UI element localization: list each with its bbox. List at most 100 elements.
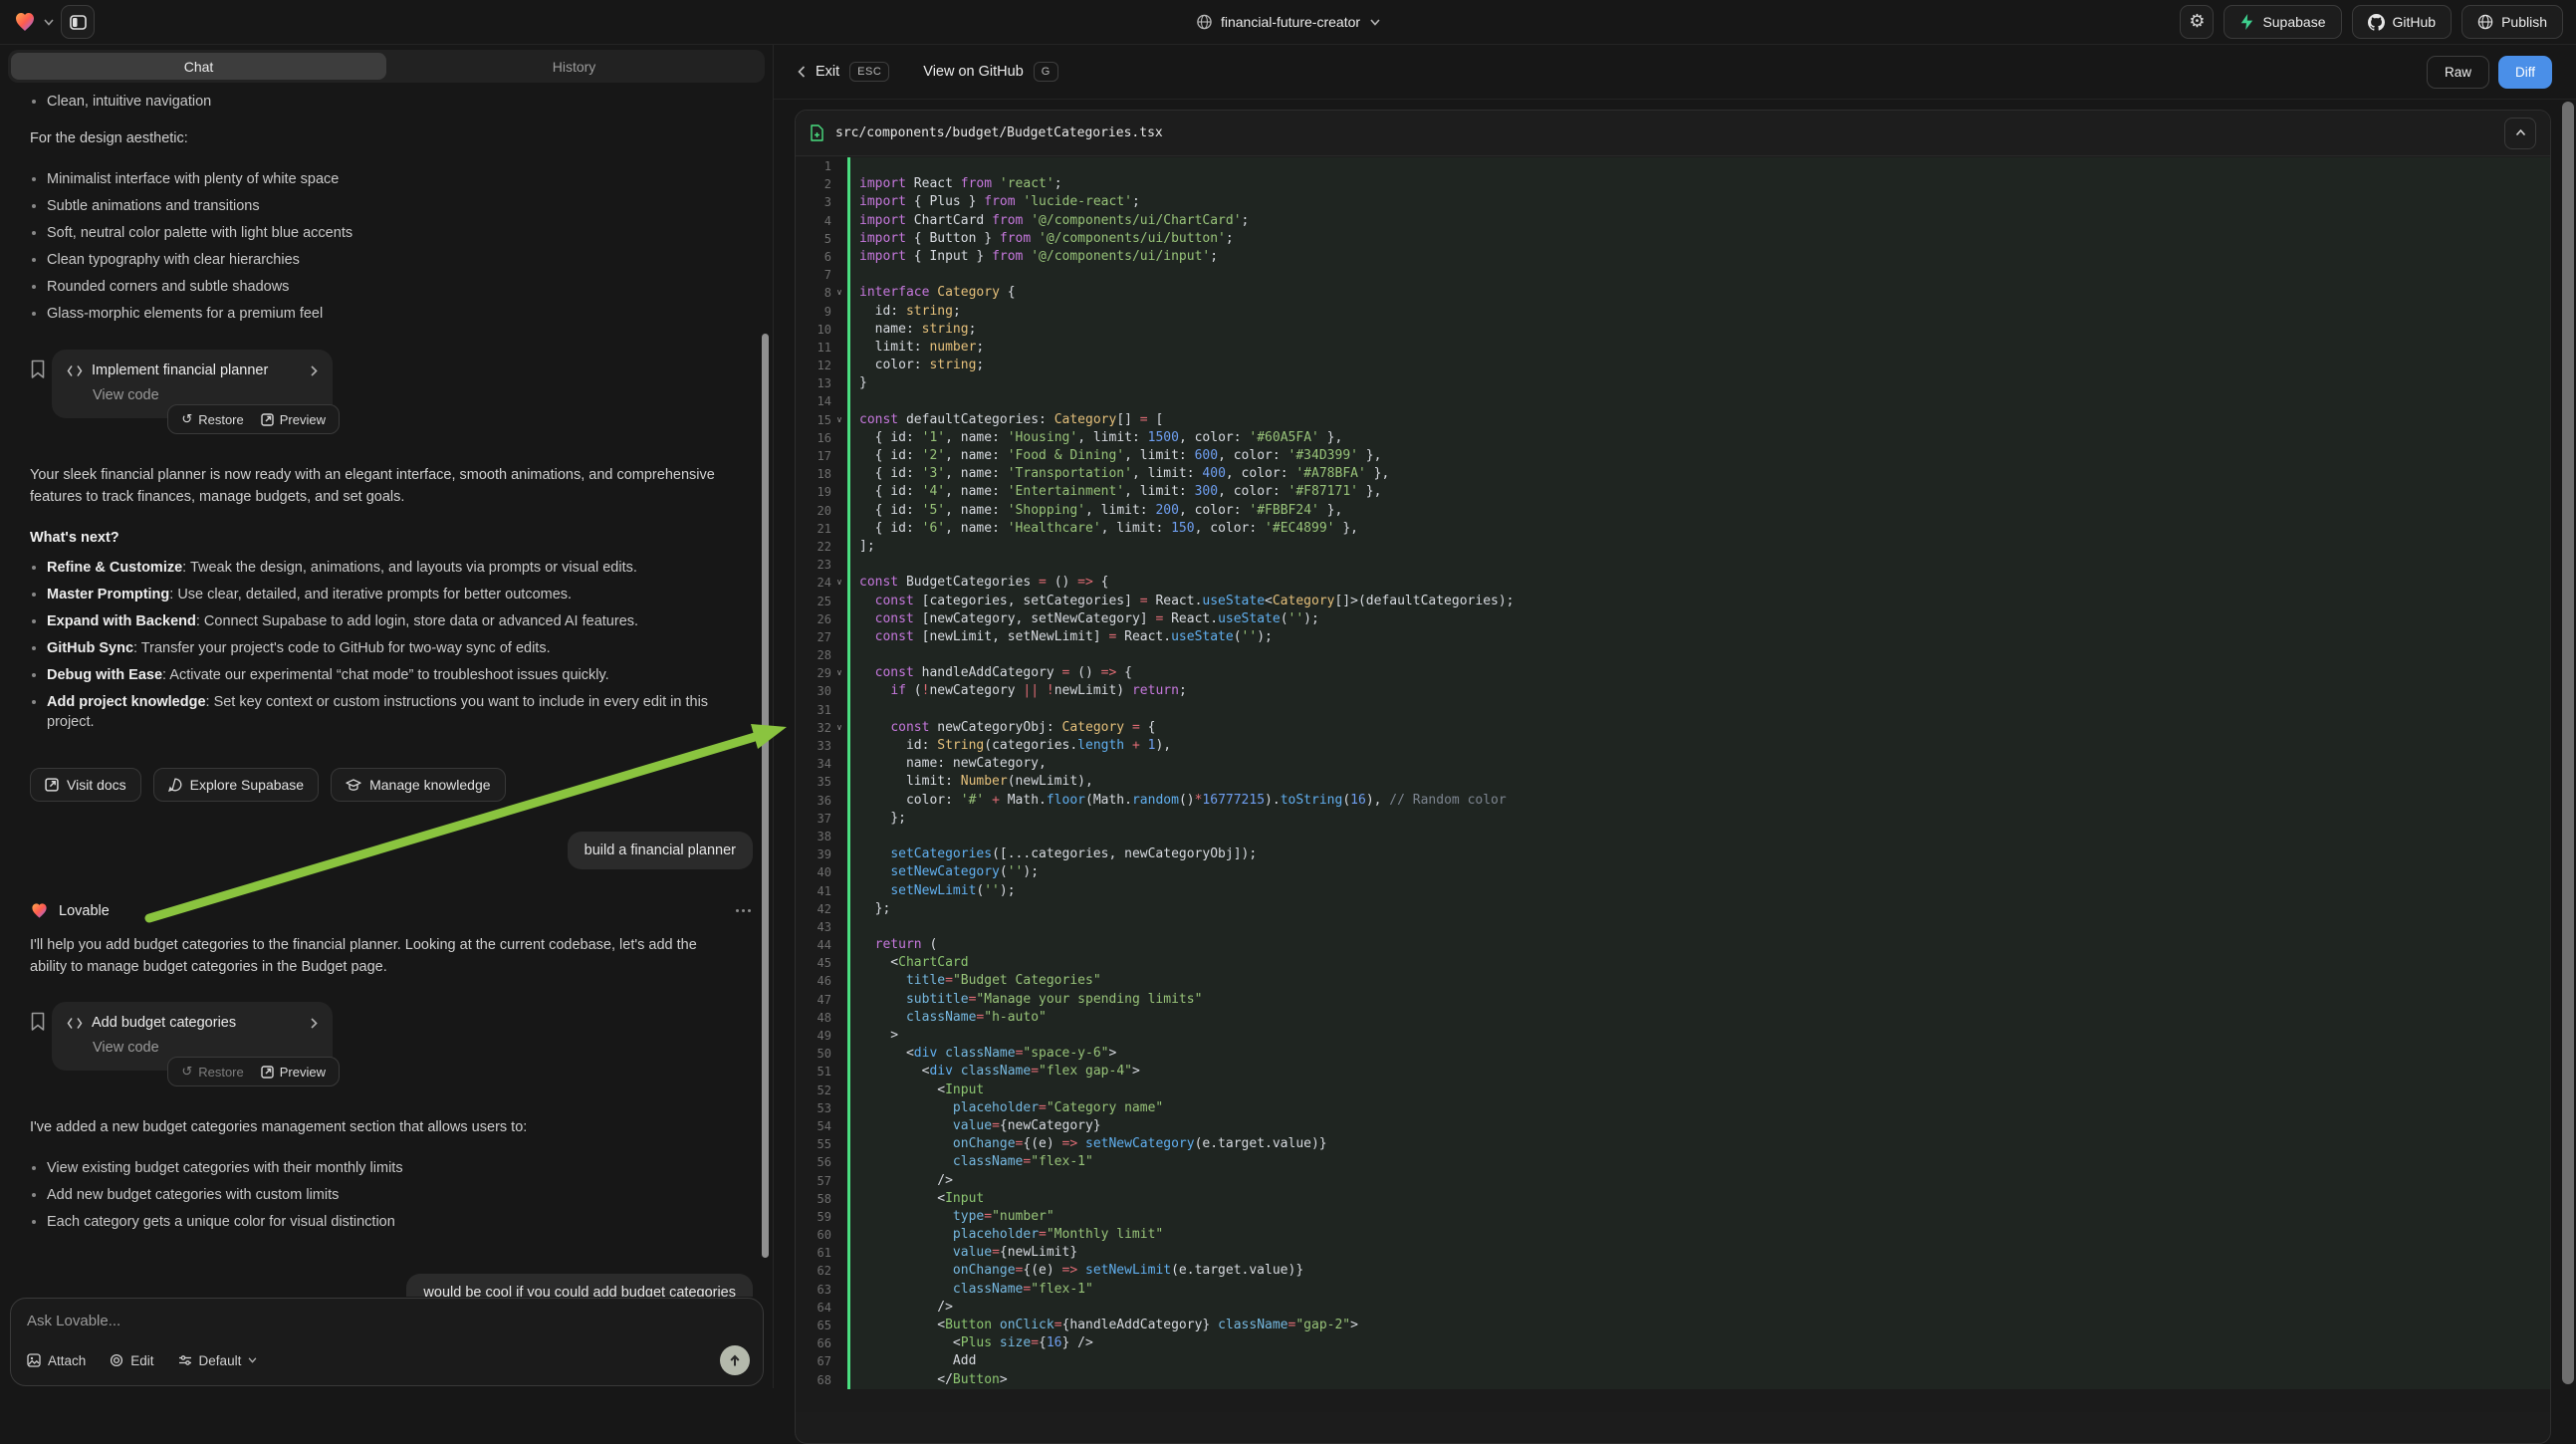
restore-icon: ↺: [181, 1066, 192, 1079]
code-line-content: className="flex-1": [847, 1153, 2550, 1171]
code-line-content: interface Category {: [847, 284, 2550, 302]
code-line-content: subtitle="Manage your spending limits": [847, 991, 2550, 1009]
code-line-content: className="flex-1": [847, 1281, 2550, 1299]
settings-button[interactable]: ⚙: [2180, 5, 2214, 39]
code-line-content: placeholder="Category name": [847, 1099, 2550, 1117]
sidebar-toggle-button[interactable]: [61, 5, 95, 39]
supabase-button[interactable]: Supabase: [2224, 5, 2341, 39]
fold-toggle-icon[interactable]: ∨: [831, 284, 847, 302]
send-button[interactable]: [720, 1345, 750, 1375]
view-code-link[interactable]: View code: [93, 1040, 318, 1056]
line-number: 41: [796, 882, 831, 900]
code-line-content: placeholder="Monthly limit": [847, 1226, 2550, 1244]
fold-toggle-icon[interactable]: ∨: [831, 719, 847, 737]
code-line: 15∨const defaultCategories: Category[] =…: [796, 411, 2550, 429]
lovable-logo[interactable]: [13, 10, 37, 34]
code-line: 42 };: [796, 900, 2550, 918]
version-card-add-budget-categories[interactable]: Add budget categories View code ↺Restore…: [52, 1002, 333, 1071]
exit-button[interactable]: Exit ESC: [798, 62, 889, 82]
top-bar-actions: ⚙ Supabase GitHub Publish: [2180, 5, 2563, 39]
file-diff-card: src/components/budget/BudgetCategories.t…: [795, 110, 2551, 1444]
g-kbd-badge: G: [1034, 62, 1058, 82]
line-number: 30: [796, 682, 831, 700]
chevron-down-icon[interactable]: [44, 19, 54, 26]
line-number: 4: [796, 212, 831, 230]
manage-knowledge-button[interactable]: Manage knowledge: [331, 768, 505, 802]
tab-history[interactable]: History: [386, 53, 762, 80]
chat-scrollback[interactable]: Clean, intuitive navigation For the desi…: [0, 89, 773, 1297]
code-line: 8∨interface Category {: [796, 284, 2550, 302]
publish-button[interactable]: Publish: [2461, 5, 2563, 39]
line-number: 62: [796, 1262, 831, 1280]
external-link-icon: [261, 1066, 274, 1079]
code-line: 9 id: string;: [796, 303, 2550, 321]
code-line: 57 />: [796, 1172, 2550, 1190]
chat-panel: Chat History Clean, intuitive navigation…: [0, 45, 773, 1388]
file-card-header[interactable]: src/components/budget/BudgetCategories.t…: [796, 111, 2550, 156]
globe-icon: [1196, 14, 1212, 30]
line-number: 10: [796, 321, 831, 339]
message-menu-button[interactable]: [736, 909, 751, 912]
bookmark-icon[interactable]: [30, 1012, 46, 1032]
view-on-github-button[interactable]: View on GitHub G: [923, 62, 1058, 82]
code-editor[interactable]: 12import React from 'react';3import { Pl…: [796, 157, 2550, 1412]
code-line: 23: [796, 556, 2550, 574]
restore-button[interactable]: ↺Restore: [181, 412, 243, 427]
code-line: 56 className="flex-1": [796, 1153, 2550, 1171]
chat-bubble-icon: [168, 778, 182, 792]
code-line-content: const handleAddCategory = () => {: [847, 664, 2550, 682]
chat-scrollbar-thumb[interactable]: [762, 334, 769, 1258]
fold-toggle-icon[interactable]: ∨: [831, 664, 847, 682]
line-number: 7: [796, 266, 831, 284]
composer-toolbar: Attach Edit Default: [27, 1345, 750, 1375]
composer-input[interactable]: Ask Lovable...: [27, 1313, 747, 1329]
version-card-implement-financial-planner[interactable]: Implement financial planner View code ↺R…: [52, 350, 333, 418]
code-line-content: [847, 918, 2550, 936]
attach-button[interactable]: Attach: [27, 1353, 86, 1368]
code-viewer-header: Exit ESC View on GitHub G Raw Diff: [774, 45, 2576, 100]
view-mode-switch: Raw Diff: [2427, 56, 2552, 89]
explore-supabase-button[interactable]: Explore Supabase: [153, 768, 319, 802]
bookmark-icon[interactable]: [30, 360, 46, 379]
code-line-content: <Input: [847, 1190, 2550, 1208]
preview-button[interactable]: Preview: [261, 1065, 326, 1080]
code-line: 32∨ const newCategoryObj: Category = {: [796, 719, 2550, 737]
edit-button[interactable]: Edit: [110, 1353, 153, 1368]
fold-toggle-icon[interactable]: ∨: [831, 574, 847, 592]
line-number: 18: [796, 465, 831, 483]
code-line: 46 title="Budget Categories": [796, 972, 2550, 990]
diff-button[interactable]: Diff: [2498, 56, 2552, 89]
code-line-content: color: '#' + Math.floor(Math.random()*16…: [847, 792, 2550, 810]
line-number: 51: [796, 1063, 831, 1081]
visit-docs-button[interactable]: Visit docs: [30, 768, 141, 802]
line-number: 58: [796, 1190, 831, 1208]
chat-composer[interactable]: Ask Lovable... Attach Edit Default: [10, 1298, 764, 1386]
code-line-content: import React from 'react';: [847, 175, 2550, 193]
code-line-content: limit: number;: [847, 339, 2550, 357]
graduation-cap-icon: [346, 779, 361, 792]
code-scrollbar-thumb[interactable]: [2562, 102, 2574, 1384]
view-code-link[interactable]: View code: [93, 387, 318, 403]
project-switcher[interactable]: financial-future-creator: [1196, 0, 1380, 45]
line-number: 46: [796, 972, 831, 990]
assistant-name: Lovable: [59, 903, 110, 919]
restore-button[interactable]: ↺Restore: [181, 1065, 243, 1080]
preview-button[interactable]: Preview: [261, 412, 326, 427]
code-line-content: type="number": [847, 1208, 2550, 1226]
fold-toggle-icon[interactable]: ∨: [831, 411, 847, 429]
mode-selector[interactable]: Default: [178, 1353, 258, 1368]
whats-next-heading: What's next?: [30, 530, 733, 546]
code-line: 37 };: [796, 810, 2550, 828]
collapse-file-button[interactable]: [2504, 118, 2536, 149]
code-line-content: import ChartCard from '@/components/ui/C…: [847, 212, 2550, 230]
list-item: Add project knowledge: Set key context o…: [30, 692, 733, 732]
code-line-content: [847, 646, 2550, 664]
raw-button[interactable]: Raw: [2427, 56, 2489, 89]
list-item: Add new budget categories with custom li…: [30, 1185, 733, 1205]
code-line: 28: [796, 646, 2550, 664]
supabase-bolt-icon: [2239, 14, 2254, 30]
github-button[interactable]: GitHub: [2352, 5, 2453, 39]
code-line: 47 subtitle="Manage your spending limits…: [796, 991, 2550, 1009]
line-number: 33: [796, 737, 831, 755]
tab-chat[interactable]: Chat: [11, 53, 386, 80]
